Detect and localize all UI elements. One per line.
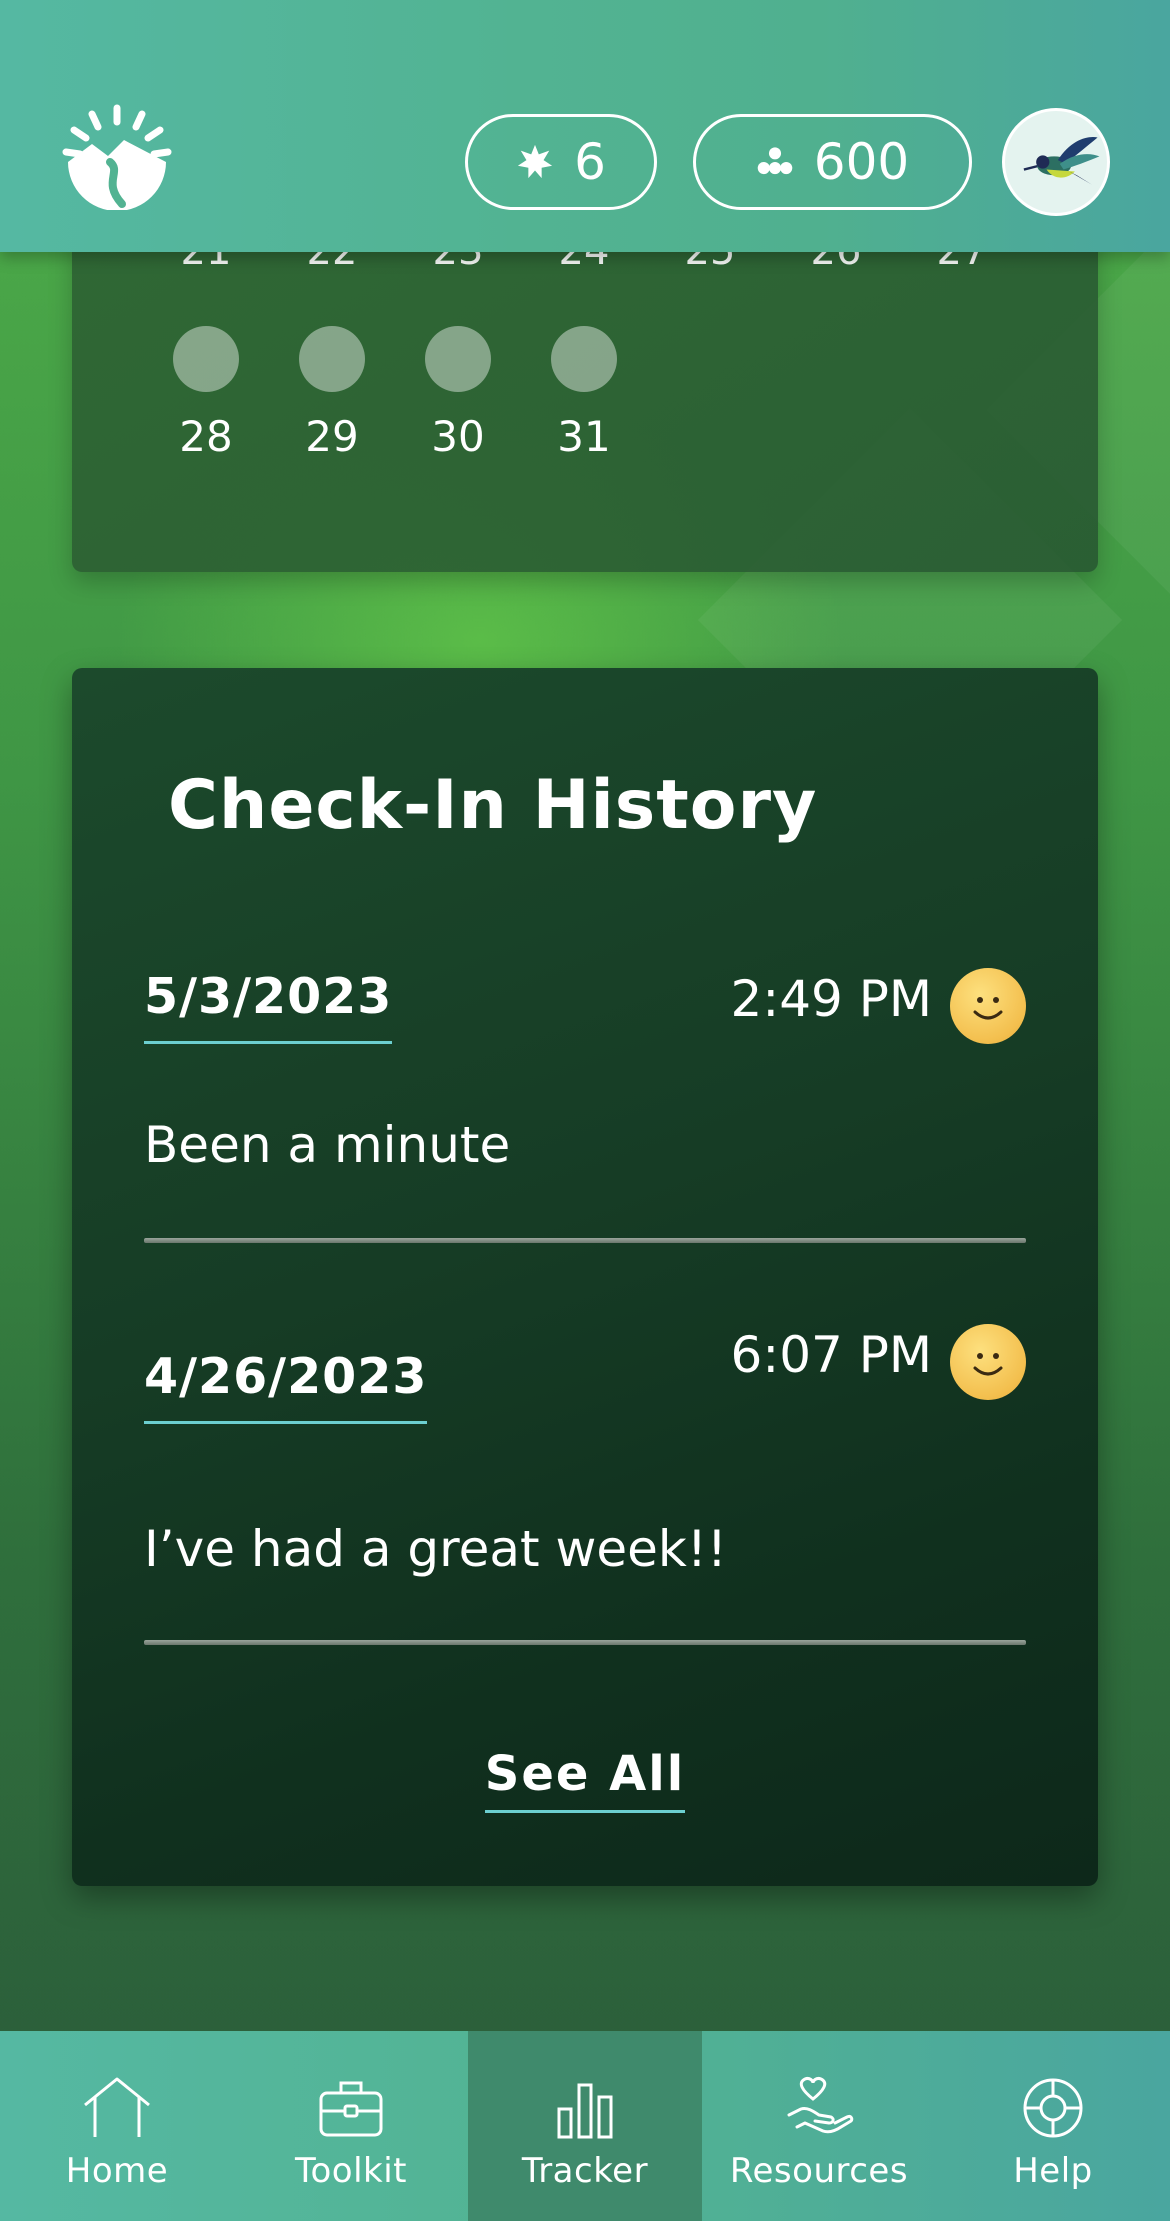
nav-label: Home bbox=[65, 2151, 169, 2191]
nav-item-toolkit[interactable]: Toolkit bbox=[234, 2031, 468, 2221]
nav-item-resources[interactable]: Resources bbox=[702, 2031, 936, 2221]
check-in-entry[interactable]: 4/26/2023 6:07 PM I’ve had a great week!… bbox=[144, 1324, 1026, 1648]
nav-label: Tracker bbox=[521, 2151, 649, 2191]
entry-note: I’ve had a great week!! bbox=[144, 1520, 727, 1578]
entry-time: 2:49 PM bbox=[730, 970, 932, 1028]
calendar-day-marker[interactable] bbox=[173, 326, 239, 392]
nav-label: Help bbox=[1013, 2151, 1093, 2191]
calendar-day-number[interactable]: 30 bbox=[413, 412, 503, 461]
star-burst-icon bbox=[517, 144, 553, 179]
nav-label: Resources bbox=[729, 2151, 909, 2191]
home-icon bbox=[84, 2077, 150, 2137]
see-all-container: See All bbox=[72, 1746, 1098, 1813]
lifebuoy-icon bbox=[1023, 2078, 1083, 2138]
dots-cluster-icon bbox=[757, 147, 793, 175]
check-in-history-card: Check-In History 5/3/2023 2:49 PM Been a… bbox=[72, 668, 1098, 1886]
smiley-icon bbox=[950, 968, 1026, 1044]
calendar-day-marker[interactable] bbox=[299, 326, 365, 392]
app-logo-icon[interactable] bbox=[62, 100, 172, 211]
nav-item-home[interactable]: Home bbox=[0, 2031, 234, 2221]
calendar-day-number[interactable]: 31 bbox=[539, 412, 629, 461]
check-in-entry[interactable]: 5/3/2023 2:49 PM Been a minute bbox=[144, 968, 1026, 1268]
nav-item-help[interactable]: Help bbox=[936, 2031, 1170, 2221]
entry-note: Been a minute bbox=[144, 1116, 511, 1174]
points-value: 600 bbox=[813, 133, 910, 191]
toolbox-icon bbox=[319, 2081, 383, 2137]
nav-label: Toolkit bbox=[294, 2151, 407, 2191]
entry-time: 6:07 PM bbox=[730, 1326, 932, 1384]
bottom-navigation: Home Toolkit Tracker Resources Help bbox=[0, 2031, 1170, 2221]
calendar-day-number[interactable]: 29 bbox=[287, 412, 377, 461]
smiley-icon bbox=[950, 1324, 1026, 1400]
entry-date: 5/3/2023 bbox=[144, 968, 393, 1044]
hummingbird-icon bbox=[1023, 137, 1100, 185]
calendar-card: 21 22 23 24 25 26 27 28 29 30 31 bbox=[72, 200, 1098, 572]
section-title: Check-In History bbox=[168, 766, 818, 845]
calendar-day-marker[interactable] bbox=[425, 326, 491, 392]
entry-divider bbox=[144, 1640, 1026, 1645]
entry-date: 4/26/2023 bbox=[144, 1348, 428, 1424]
entry-divider bbox=[144, 1238, 1026, 1243]
see-all-link[interactable]: See All bbox=[484, 1746, 686, 1813]
nav-item-tracker[interactable]: Tracker bbox=[468, 2031, 702, 2221]
calendar-day-marker[interactable] bbox=[551, 326, 617, 392]
badge-counter[interactable]: 6 bbox=[465, 114, 657, 210]
calendar-day-number[interactable]: 28 bbox=[161, 412, 251, 461]
app-header: 6 600 bbox=[0, 0, 1170, 252]
heart-hand-icon bbox=[787, 2077, 854, 2134]
bar-chart-icon bbox=[557, 2083, 613, 2139]
avatar[interactable] bbox=[1002, 108, 1110, 216]
badge-count: 6 bbox=[574, 133, 606, 191]
points-counter[interactable]: 600 bbox=[693, 114, 972, 210]
